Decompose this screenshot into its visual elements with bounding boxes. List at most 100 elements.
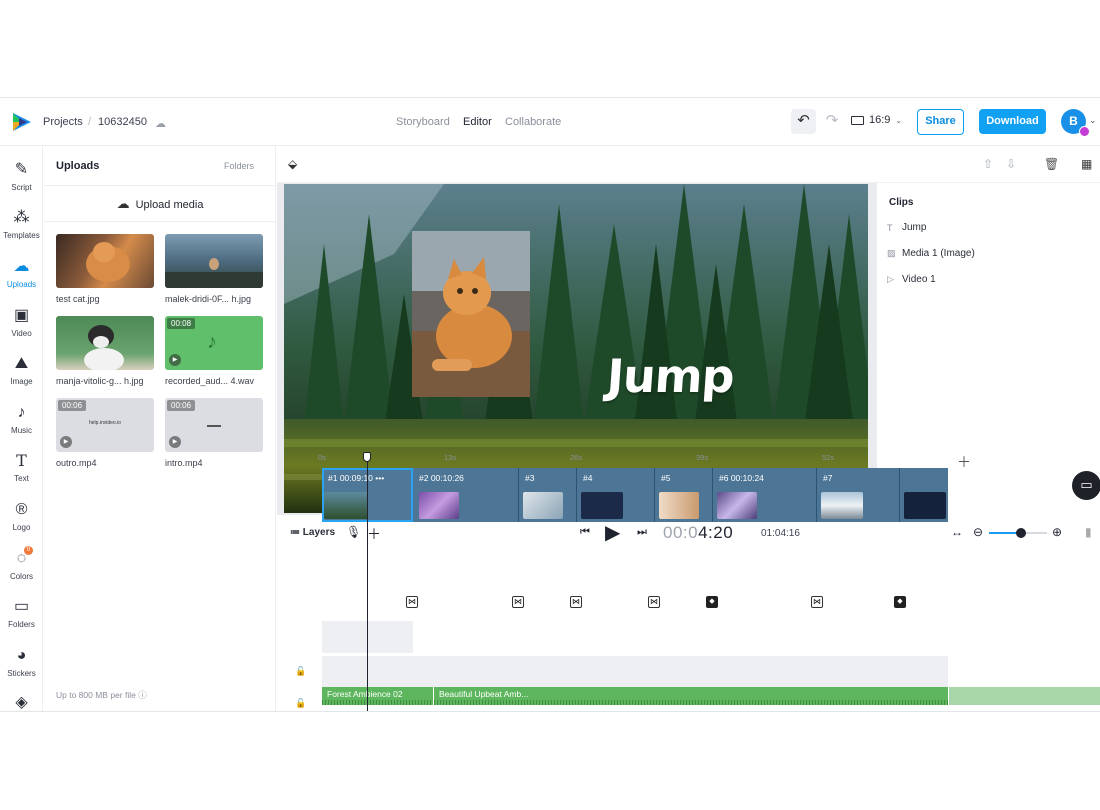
sidebar-item-image[interactable]: ⛰ Image	[0, 354, 43, 386]
sidebar-item-stickers[interactable]: ◕ Stickers	[0, 646, 43, 678]
transition-icon[interactable]: ⋈	[570, 596, 582, 608]
grid-icon[interactable]: ▦	[1081, 157, 1092, 171]
zoom-in-icon[interactable]: ⊕	[1052, 525, 1062, 539]
skip-forward-icon[interactable]: ⏭	[637, 526, 647, 539]
aspect-ratio-selector[interactable]: 16:9 ⌄	[851, 114, 902, 126]
sidebar-item-uploads[interactable]: ☁ Uploads	[0, 257, 43, 289]
transition-icon[interactable]: ⋈	[648, 596, 660, 608]
current-time-dim: 00:0	[663, 523, 699, 542]
play-icon[interactable]: ▶	[169, 354, 181, 366]
avatar[interactable]: B	[1061, 109, 1090, 137]
tab-editor[interactable]: Editor	[463, 116, 492, 128]
bring-forward-icon[interactable]: ⇧	[983, 157, 993, 171]
media-thumbnail[interactable]	[56, 234, 154, 288]
folders-link[interactable]: Folders	[224, 161, 254, 171]
timeline-clip[interactable]: #2 00:10:26	[413, 468, 519, 522]
timeline-clip[interactable]: #6 00:10:24	[713, 468, 817, 522]
cloud-upload-icon: ☁	[116, 196, 130, 211]
add-icon[interactable]: ＋	[957, 452, 971, 472]
image-icon: ▨	[887, 248, 896, 258]
send-backward-icon[interactable]: ⇩	[1006, 157, 1016, 171]
timeline-clip[interactable]: #4	[577, 468, 655, 522]
layers-icon: ≔	[290, 527, 300, 538]
clip-thumbnail	[581, 492, 623, 519]
sidebar-item-templates[interactable]: ⁂ Templates	[0, 208, 43, 240]
timeline-clip[interactable]: #3	[519, 468, 577, 522]
fill-bucket-icon[interactable]: ⬙	[288, 157, 297, 171]
project-id[interactable]: 10632450	[98, 116, 147, 128]
transition-icon[interactable]: ⋈	[811, 596, 823, 608]
zoom-out-icon[interactable]: ⊖	[973, 525, 983, 539]
thumbnail-caption: help.invideo.io	[89, 420, 121, 426]
timeline-clip[interactable]: #7	[817, 468, 900, 522]
trash-icon[interactable]: 🗑	[1044, 157, 1059, 171]
invideo-logo-icon[interactable]	[11, 111, 33, 133]
fit-width-icon[interactable]: ↔	[951, 525, 963, 539]
transition-icon[interactable]: ⋈	[512, 596, 524, 608]
chat-support-icon[interactable]: ▭	[1072, 471, 1100, 500]
sidebar-item-video[interactable]: ▣ Video	[0, 306, 43, 338]
sidebar-item-layers[interactable]: ◈	[0, 693, 43, 711]
chevron-down-icon[interactable]: ⌄	[1089, 115, 1097, 126]
cat-image-layer[interactable]	[412, 231, 530, 397]
lock-icon[interactable]: 🔓	[295, 698, 306, 709]
playhead[interactable]	[367, 454, 368, 711]
ruler-label: 0s	[318, 453, 326, 462]
undo-icon[interactable]: ↶	[791, 109, 816, 134]
info-icon[interactable]: ⓘ	[138, 690, 147, 700]
upload-media-label: Upload media	[135, 199, 204, 211]
add-icon[interactable]: ＋	[367, 524, 381, 544]
ruler-label: 52s	[822, 453, 835, 462]
sidebar-item-folders[interactable]: ▭ Folders	[0, 597, 43, 629]
clip-item-video-1[interactable]: ▷ Video 1	[887, 274, 936, 285]
media-thumbnail[interactable]: 00:06 ▶	[165, 398, 263, 452]
play-icon[interactable]: ▶	[605, 520, 620, 545]
microphone-icon[interactable]: 🎙	[346, 525, 361, 539]
skip-back-icon[interactable]: ⏮	[580, 526, 590, 539]
breadcrumb-projects[interactable]: Projects	[43, 116, 83, 128]
clip-item-media-1[interactable]: ▨ Media 1 (Image)	[887, 248, 975, 259]
timeline-clip[interactable]: #5	[655, 468, 713, 522]
upload-media-button[interactable]: ☁ Upload media	[44, 185, 276, 222]
playhead-handle[interactable]	[363, 452, 371, 462]
share-button[interactable]: Share	[917, 109, 964, 135]
sidebar-item-label: Image	[10, 377, 33, 386]
sidebar-item-logo[interactable]: ® Logo	[0, 500, 43, 532]
redo-icon[interactable]: ↷	[822, 109, 842, 134]
sidebar-item-colors[interactable]: ◌ 0 Colors	[0, 546, 43, 581]
media-thumbnail[interactable]	[56, 316, 154, 370]
tab-storyboard[interactable]: Storyboard	[396, 116, 450, 128]
canvas-toolbar: ⬙ ⇧ ⇩ 🗑 ▦	[277, 146, 1100, 183]
zoom-slider[interactable]	[989, 528, 1047, 538]
media-thumbnail[interactable]: 00:06 help.invideo.io ▶	[56, 398, 154, 452]
colors-badge: 0	[24, 546, 33, 555]
sidebar-item-script[interactable]: ✎ Script	[0, 160, 43, 192]
layers-icon[interactable]: ◆	[706, 596, 718, 608]
audio-clip[interactable]: Beautiful Upbeat Amb...	[434, 687, 948, 705]
play-icon[interactable]: ▶	[60, 436, 72, 448]
clip-label: Media 1 (Image)	[902, 248, 975, 259]
jump-text-layer[interactable]: Jump	[605, 349, 736, 403]
play-icon[interactable]: ▶	[169, 436, 181, 448]
media-thumbnail[interactable]: 00:08 ♪ ▶	[165, 316, 263, 370]
clip-item-jump[interactable]: T Jump	[887, 222, 926, 233]
zoom-slider-handle[interactable]	[1015, 528, 1026, 538]
timeline-clip[interactable]	[900, 468, 948, 522]
lock-icon[interactable]: 🔓	[295, 666, 306, 677]
audio-clip-label: Beautiful Upbeat Amb...	[439, 689, 529, 699]
tab-collaborate[interactable]: Collaborate	[505, 116, 561, 128]
clip-label: #5	[661, 473, 671, 483]
collapse-icon[interactable]: ▮	[1085, 525, 1092, 539]
audio-clip[interactable]: Forest Ambience 02	[322, 687, 433, 705]
sidebar-item-music[interactable]: ♪ Music	[0, 403, 43, 435]
upload-limit-note: Up to 800 MB per file ⓘ	[56, 689, 147, 701]
left-sidebar: ✎ Script ⁂ Templates ☁ Uploads ▣ Video ⛰…	[0, 146, 43, 711]
download-button[interactable]: Download	[979, 109, 1046, 134]
layers-button[interactable]: ≔ Layers	[290, 527, 335, 538]
media-thumbnail[interactable]	[165, 234, 263, 288]
breadcrumb-separator: /	[88, 116, 92, 128]
sidebar-item-text[interactable]: T Text	[0, 451, 43, 483]
layers-icon[interactable]: ◆	[894, 596, 906, 608]
image-icon: ⛰	[14, 355, 29, 372]
transition-icon[interactable]: ⋈	[406, 596, 418, 608]
